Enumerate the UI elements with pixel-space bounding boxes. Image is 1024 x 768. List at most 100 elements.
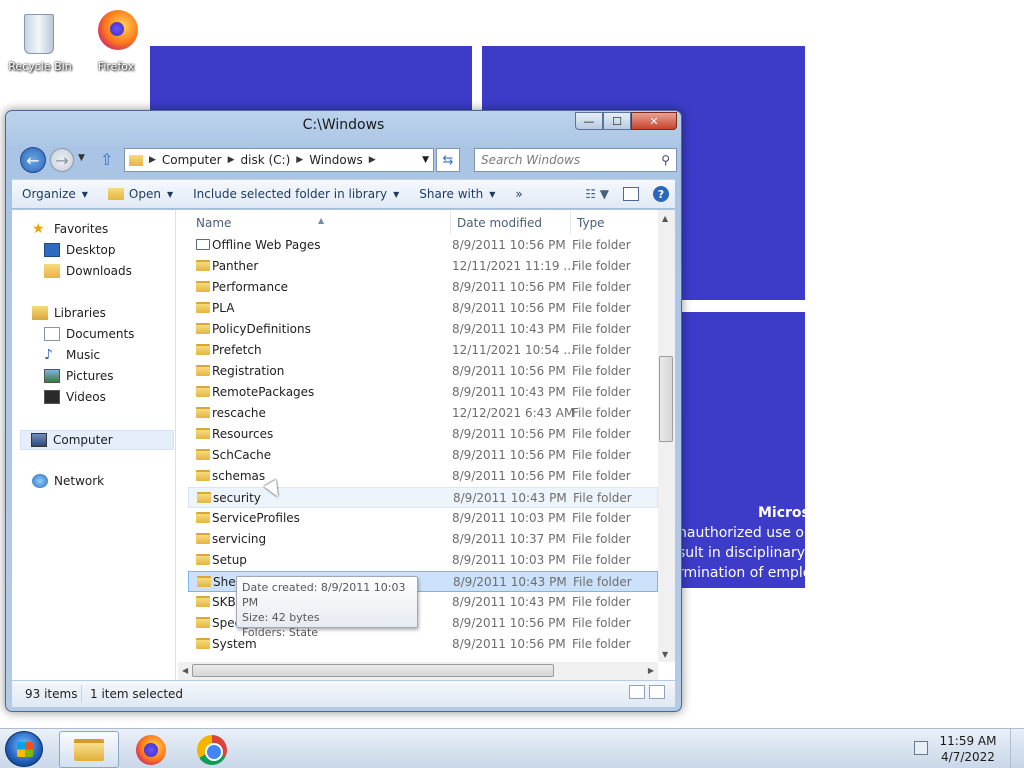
chevron-down-icon: ▼ <box>78 153 85 163</box>
computer-icon <box>31 433 47 447</box>
address-bar[interactable]: ▶ Computer ▶ disk (C:) ▶ Windows ▶ ▼ <box>124 148 434 172</box>
search-box[interactable]: ⚲ <box>474 148 677 172</box>
show-desktop-button[interactable] <box>1010 729 1024 768</box>
nav-label: Videos <box>66 390 106 404</box>
nav-downloads[interactable]: Downloads <box>44 264 132 278</box>
file-row[interactable]: Resources 8/9/2011 10:56 PM File folder <box>188 424 658 445</box>
file-row[interactable]: rescache 12/12/2021 6:43 AM File folder <box>188 403 658 424</box>
arrow-up-icon: ⇧ <box>100 150 114 169</box>
maximize-button[interactable]: ☐ <box>603 112 631 130</box>
scroll-thumb[interactable] <box>659 356 673 442</box>
forward-button[interactable]: → <box>50 148 74 172</box>
file-date-modified: 8/9/2011 10:43 PM <box>452 595 566 609</box>
nav-computer[interactable]: Computer <box>20 430 174 450</box>
back-button[interactable]: ← <box>20 147 46 173</box>
taskbar-firefox[interactable] <box>121 731 181 768</box>
file-name: SKB <box>212 595 236 609</box>
open-button[interactable]: Open ▼ <box>98 187 183 201</box>
file-row[interactable]: security 8/9/2011 10:43 PM File folder <box>188 487 658 508</box>
nav-videos[interactable]: Videos <box>44 390 106 404</box>
file-row[interactable]: Prefetch 12/11/2021 10:54 ... File folder <box>188 340 658 361</box>
file-row[interactable]: Performance 8/9/2011 10:56 PM File folder <box>188 277 658 298</box>
network-icon <box>32 474 48 488</box>
details-view-icon[interactable] <box>629 685 645 699</box>
file-row[interactable]: Panther 12/11/2021 11:19 ... File folder <box>188 256 658 277</box>
title-bar[interactable]: C:\Windows — ☐ ✕ <box>6 111 681 141</box>
file-type: File folder <box>572 532 631 546</box>
file-row[interactable]: Offline Web Pages 8/9/2011 10:56 PM File f… <box>188 235 658 256</box>
nav-label: Network <box>54 474 105 488</box>
file-row[interactable]: PolicyDefinitions 8/9/2011 10:43 PM File f… <box>188 319 658 340</box>
file-name: PolicyDefinitions <box>212 322 311 336</box>
breadcrumb-computer[interactable]: Computer <box>162 153 222 167</box>
share-with-button[interactable]: Share with ▼ <box>409 187 505 201</box>
scroll-left-icon[interactable]: ◀ <box>182 666 188 675</box>
nav-desktop[interactable]: Desktop <box>44 243 116 257</box>
scroll-thumb-horizontal[interactable] <box>192 664 554 677</box>
scroll-up-icon[interactable]: ▲ <box>662 214 668 223</box>
file-date-modified: 8/9/2011 10:43 PM <box>452 322 566 336</box>
column-name[interactable]: Name <box>196 216 231 230</box>
nav-libraries[interactable]: Libraries <box>32 306 106 320</box>
start-button[interactable] <box>5 731 43 767</box>
large-icons-view-icon[interactable] <box>649 685 665 699</box>
file-type: File folder <box>572 322 631 336</box>
breadcrumb-disk-c[interactable]: disk (C:) <box>241 153 291 167</box>
windows-explorer-icon <box>74 738 104 761</box>
more-commands-button[interactable]: » <box>505 187 532 201</box>
nav-pictures[interactable]: Pictures <box>44 369 114 383</box>
preview-pane-icon[interactable] <box>623 187 639 201</box>
legal-notice: Micros nauthorized use or sult in discip… <box>678 503 805 585</box>
file-row[interactable]: schemas 8/9/2011 10:56 PM File folder <box>188 466 658 487</box>
network-status-icon[interactable] <box>914 741 928 755</box>
notice-line: nauthorized use or <box>678 525 805 541</box>
chevron-right-icon: ▶ <box>227 155 235 165</box>
organize-button[interactable]: Organize ▼ <box>12 187 98 201</box>
minimize-button[interactable]: — <box>575 112 603 130</box>
file-row[interactable]: servicing 8/9/2011 10:37 PM File folder <box>188 529 658 550</box>
nav-network[interactable]: Network <box>32 474 104 488</box>
clock[interactable]: 11:59 AM 4/7/2022 <box>938 733 998 765</box>
folder-icon <box>196 302 210 313</box>
close-button[interactable]: ✕ <box>631 112 677 130</box>
file-date-modified: 8/9/2011 10:03 PM <box>452 511 566 525</box>
horizontal-scrollbar[interactable]: ◀ ▶ <box>178 662 658 680</box>
file-date-modified: 8/9/2011 10:43 PM <box>453 575 567 589</box>
search-icon[interactable]: ⚲ <box>661 153 670 167</box>
clock-date: 4/7/2022 <box>941 750 995 764</box>
column-date-modified[interactable]: Date modified <box>457 216 542 230</box>
address-dropdown-icon[interactable]: ▼ <box>422 155 429 165</box>
tooltip-folders: Folders: State <box>242 626 319 639</box>
navigation-pane: ★ Favorites Desktop Downloads Libraries D… <box>12 210 176 680</box>
file-row[interactable]: ServiceProfiles 8/9/2011 10:03 PM File fol… <box>188 508 658 529</box>
file-name: SchCache <box>212 448 272 462</box>
file-row[interactable]: RemotePackages 8/9/2011 10:43 PM File fold… <box>188 382 658 403</box>
desktop-icon-recycle-bin[interactable]: Recycle Bin <box>2 4 78 73</box>
scroll-down-icon[interactable]: ▼ <box>662 650 668 659</box>
scroll-right-icon[interactable]: ▶ <box>648 666 654 675</box>
file-row[interactable]: Setup 8/9/2011 10:03 PM File folder <box>188 550 658 571</box>
nav-favorites[interactable]: ★ Favorites <box>32 222 108 236</box>
file-name: Prefetch <box>212 343 262 357</box>
include-in-library-button[interactable]: Include selected folder in library ▼ <box>183 187 409 201</box>
file-type: File folder <box>573 491 632 505</box>
file-row[interactable]: PLA 8/9/2011 10:56 PM File folder <box>188 298 658 319</box>
pictures-icon <box>44 369 60 383</box>
recent-pages-button[interactable]: ▼ <box>78 153 85 163</box>
taskbar-chrome[interactable] <box>182 731 242 768</box>
nav-label: Music <box>66 348 101 362</box>
vertical-scrollbar[interactable]: ▲ ▼ <box>658 210 675 662</box>
file-row[interactable]: SchCache 8/9/2011 10:56 PM File folder <box>188 445 658 466</box>
nav-documents[interactable]: Documents <box>44 327 134 341</box>
breadcrumb-windows[interactable]: Windows <box>309 153 363 167</box>
file-row[interactable]: Registration 8/9/2011 10:56 PM File folder <box>188 361 658 382</box>
change-view-icon[interactable]: ☷ ▼ <box>585 187 609 201</box>
help-icon[interactable]: ? <box>653 186 669 202</box>
search-input[interactable] <box>475 149 645 171</box>
refresh-button[interactable]: ⇆ <box>436 148 460 172</box>
desktop-icon-firefox[interactable]: Firefox <box>78 4 154 73</box>
taskbar-explorer[interactable] <box>59 731 119 768</box>
nav-music[interactable]: ♪ Music <box>44 348 100 362</box>
up-button[interactable]: ⇧ <box>100 150 113 169</box>
column-type[interactable]: Type <box>577 216 605 230</box>
